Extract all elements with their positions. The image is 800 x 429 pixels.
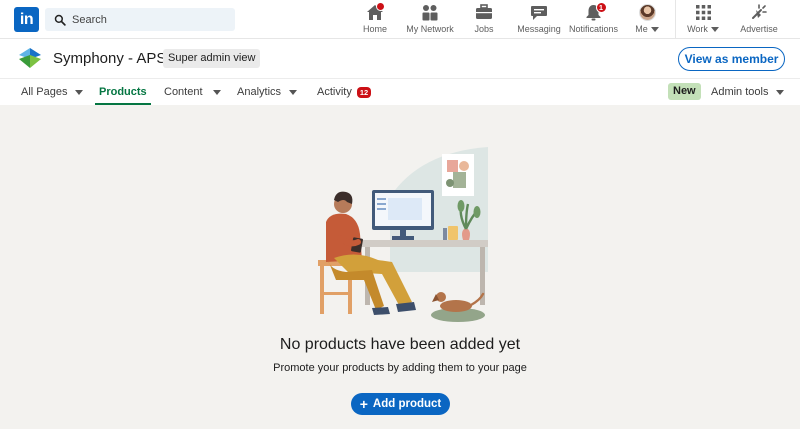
admin-view-badge: Super admin view: [163, 49, 261, 68]
admin-tools-label: Admin tools: [711, 86, 769, 98]
company-name: Symphony - APS: [53, 50, 167, 67]
briefcase-icon: [474, 3, 494, 21]
advertise-icon: [749, 3, 769, 21]
company-logo[interactable]: [18, 47, 42, 69]
tab-activity-label: Activity: [317, 86, 352, 98]
nav-advertise[interactable]: Advertise: [737, 0, 781, 39]
view-as-member-button[interactable]: View as member: [678, 47, 785, 71]
nav-messaging-label: Messaging: [517, 24, 561, 34]
nav-jobs[interactable]: Jobs: [470, 0, 498, 39]
search-box[interactable]: [45, 8, 235, 31]
tab-products[interactable]: Products: [95, 79, 151, 105]
add-product-label: Add product: [372, 398, 442, 410]
new-badge: New: [668, 83, 701, 100]
bell-icon: 1: [584, 2, 607, 21]
tab-activity[interactable]: Activity 12: [317, 79, 372, 105]
nav-me-label: Me: [635, 24, 659, 34]
home-icon: [365, 2, 385, 21]
chevron-down-icon: [776, 89, 785, 95]
tab-content[interactable]: Content: [164, 79, 221, 105]
nav-messaging[interactable]: Messaging: [516, 0, 562, 39]
nav-jobs-label: Jobs: [474, 24, 494, 34]
empty-state-title: No products have been added yet: [279, 336, 521, 353]
activity-count-badge: 12: [356, 86, 372, 98]
page-header: Symphony - APS Super admin view View as …: [0, 39, 800, 79]
nav-me-text: Me: [635, 24, 648, 34]
tab-content-label: Content: [164, 86, 203, 98]
tab-analytics[interactable]: Analytics: [237, 79, 298, 105]
linkedin-logo[interactable]: in: [14, 7, 39, 32]
chevron-down-icon: [289, 89, 298, 95]
home-notification-dot: [376, 2, 385, 11]
chevron-down-icon: [212, 89, 221, 95]
nav-work[interactable]: Work: [686, 0, 720, 39]
chevron-down-icon: [75, 89, 84, 95]
search-input[interactable]: [72, 13, 222, 26]
tab-all-pages[interactable]: All Pages: [21, 79, 84, 105]
tab-analytics-label: Analytics: [237, 86, 282, 98]
notifications-count-badge: 1: [595, 2, 607, 13]
chevron-down-icon: [710, 27, 719, 32]
nav-home-label: Home: [362, 24, 387, 34]
plus-icon: +: [359, 396, 368, 412]
nav-my-network[interactable]: My Network: [405, 0, 455, 39]
nav-divider: [675, 0, 676, 39]
empty-state-illustration: [300, 142, 500, 327]
add-product-button[interactable]: + Add product: [351, 393, 450, 415]
chevron-down-icon: [650, 27, 659, 32]
messaging-icon: [529, 3, 549, 21]
empty-state-description: Promote your products by adding them to …: [273, 362, 527, 374]
nav-me[interactable]: Me: [634, 0, 660, 39]
tab-products-label: Products: [99, 86, 147, 98]
nav-work-label: Work: [687, 24, 719, 34]
nav-notifications-label: Notifications: [568, 24, 619, 34]
nav-advertise-label: Advertise: [740, 24, 778, 34]
global-nav: in Home My Network: [0, 0, 800, 39]
network-icon: [420, 3, 440, 21]
tab-all-pages-label: All Pages: [21, 86, 68, 98]
nav-home[interactable]: Home: [360, 0, 390, 39]
nav-my-network-label: My Network: [406, 24, 454, 34]
nav-work-text: Work: [687, 24, 708, 34]
avatar: [638, 3, 656, 21]
search-icon: [54, 14, 66, 26]
grid-icon: [693, 3, 713, 21]
avatar-wrapper: [637, 3, 657, 21]
admin-tools-menu[interactable]: Admin tools: [711, 79, 785, 105]
nav-notifications[interactable]: 1 Notifications: [566, 0, 621, 39]
